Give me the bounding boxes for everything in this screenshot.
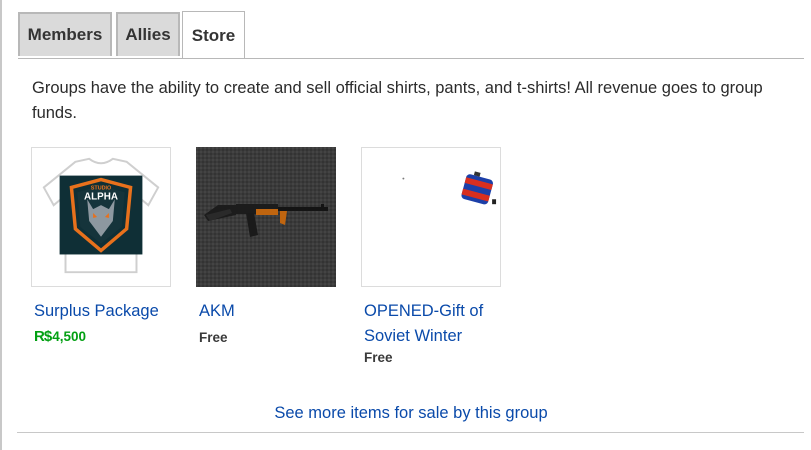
robux-icon: R$ xyxy=(34,328,52,345)
bottom-divider xyxy=(17,432,804,433)
item-price: Free xyxy=(199,330,228,345)
tab-store[interactable]: Store xyxy=(182,11,245,59)
left-border xyxy=(0,0,2,450)
gift-box-icon[interactable] xyxy=(361,147,501,287)
alpha-tshirt-icon[interactable]: STUDIO ALPHA xyxy=(31,147,171,287)
item-name[interactable]: AKM xyxy=(199,299,339,324)
tab-allies[interactable]: Allies xyxy=(116,12,180,56)
logo-text: ALPHA xyxy=(84,191,118,202)
item-name[interactable]: Surplus Package xyxy=(34,299,174,324)
store-description: Groups have the ability to create and se… xyxy=(32,79,763,122)
item-price: Free xyxy=(364,350,393,365)
tab-divider xyxy=(18,58,804,59)
tab-members[interactable]: Members xyxy=(18,12,112,56)
see-more-link[interactable]: See more items for sale by this group xyxy=(0,404,811,423)
item-name[interactable]: OPENED-Gift of Soviet Winter xyxy=(364,299,499,349)
item-price: R$ 4,500 xyxy=(34,328,86,345)
akm-rifle-icon[interactable] xyxy=(196,147,336,287)
